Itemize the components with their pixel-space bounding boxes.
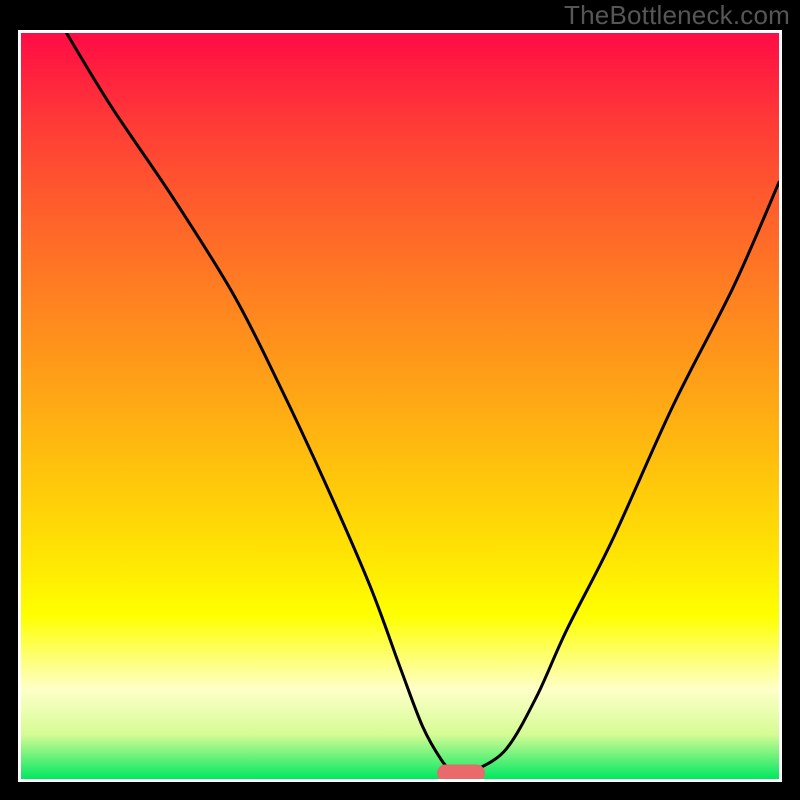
plot-area [21,33,779,779]
watermark-text: TheBottleneck.com [564,0,790,31]
curve-path [66,33,779,774]
curve-svg [21,33,779,779]
bottleneck-marker [437,765,485,779]
plot-border [18,30,782,782]
chart-frame: TheBottleneck.com [0,0,800,800]
